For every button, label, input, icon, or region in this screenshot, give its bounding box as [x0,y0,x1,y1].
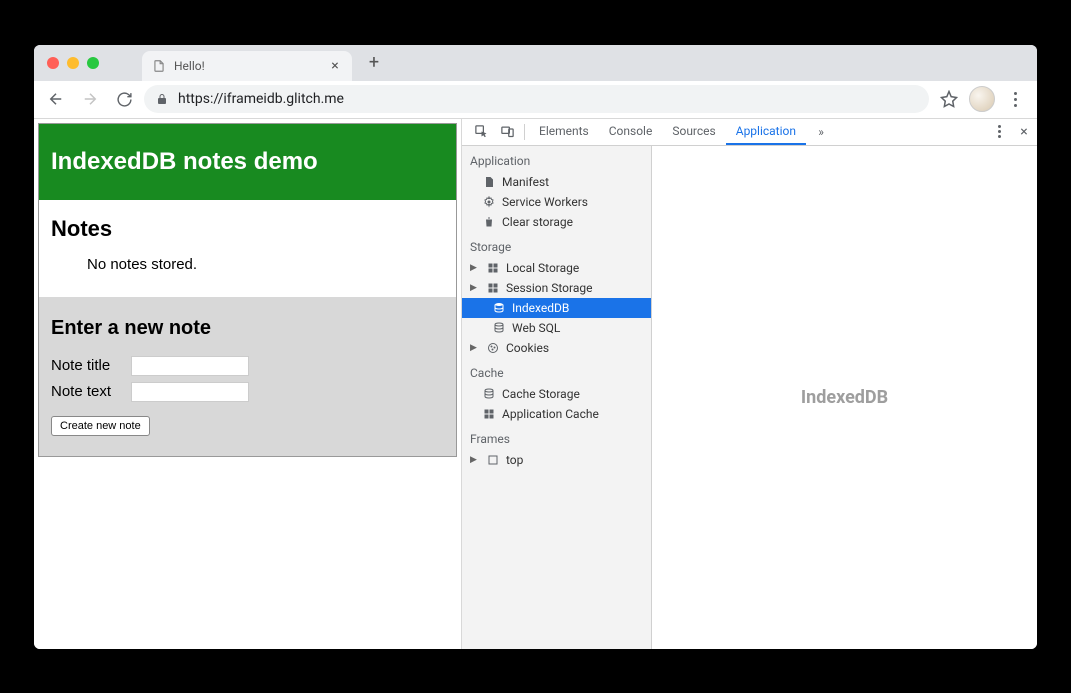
page-icon [152,59,166,73]
sidebar-item-label: Clear storage [502,215,573,229]
sidebar-item-label: IndexedDB [512,301,569,315]
frame-icon [486,453,500,467]
forward-button[interactable] [76,85,104,113]
devtools-more-tabs-button[interactable]: » [806,119,836,145]
sidebar-item-cache-storage[interactable]: Cache Storage [462,384,651,404]
profile-avatar[interactable] [969,86,995,112]
note-title-label: Note title [51,357,123,374]
sidebar-item-label: Application Cache [502,407,599,421]
demo-app: IndexedDB notes demo Notes No notes stor… [38,123,457,457]
create-note-button[interactable]: Create new note [51,416,150,436]
device-toolbar-button[interactable] [494,119,520,145]
grid-icon [486,261,500,275]
sidebar-item-indexeddb[interactable]: IndexedDB [462,298,651,318]
trash-icon [482,215,496,229]
sidebar-item-local-storage[interactable]: ▶ Local Storage [462,258,651,278]
grid-icon [486,281,500,295]
note-text-input[interactable] [131,382,249,402]
group-title-frames: Frames [462,424,651,450]
new-note-form: Enter a new note Note title Note text Cr… [39,297,456,456]
app-title: IndexedDB notes demo [51,148,318,175]
sidebar-item-label: Web SQL [512,321,560,335]
database-icon [492,301,506,315]
devtools-body: Application Manifest Service Workers Cle… [462,146,1037,649]
devtools-tab-elements[interactable]: Elements [529,119,599,145]
grid-icon [482,407,496,421]
note-text-label: Note text [51,383,123,400]
app-header: IndexedDB notes demo [39,124,456,200]
tab-strip: Hello! × + [34,45,1037,81]
new-tab-button[interactable]: + [360,49,388,77]
window-controls [34,57,112,69]
notes-section: Notes No notes stored. [39,200,456,297]
devtools-close-button[interactable]: × [1011,119,1037,145]
back-button[interactable] [42,85,70,113]
sidebar-item-manifest[interactable]: Manifest [462,172,651,192]
cookie-icon [486,341,500,355]
sidebar-item-label: Local Storage [506,261,579,275]
sidebar-item-application-cache[interactable]: Application Cache [462,404,651,424]
reload-button[interactable] [110,85,138,113]
expand-icon: ▶ [470,455,480,465]
group-title-application: Application [462,146,651,172]
nav-bar: https://iframeidb.glitch.me [34,81,1037,119]
sidebar-item-label: Manifest [502,175,549,189]
expand-icon: ▶ [470,263,480,273]
address-bar[interactable]: https://iframeidb.glitch.me [144,85,929,113]
url-text: https://iframeidb.glitch.me [178,91,344,107]
expand-icon: ▶ [470,283,480,293]
sidebar-item-label: Cookies [506,341,549,355]
sidebar-item-top-frame[interactable]: ▶ top [462,450,651,470]
application-sidebar: Application Manifest Service Workers Cle… [462,146,652,649]
window-minimize-button[interactable] [67,57,79,69]
devtools-placeholder-text: IndexedDB [801,387,888,408]
form-heading: Enter a new note [51,317,444,340]
group-title-cache: Cache [462,358,651,384]
devtools-tab-application[interactable]: Application [726,119,806,145]
document-icon [482,175,496,189]
notes-heading: Notes [51,216,444,242]
browser-window: Hello! × + https://iframeidb.glitch.me [34,45,1037,649]
sidebar-item-cookies[interactable]: ▶ Cookies [462,338,651,358]
sidebar-item-websql[interactable]: Web SQL [462,318,651,338]
sidebar-item-session-storage[interactable]: ▶ Session Storage [462,278,651,298]
devtools-menu-button[interactable] [987,119,1011,145]
page-viewport: IndexedDB notes demo Notes No notes stor… [34,119,462,649]
gear-icon [482,195,496,209]
browser-tab[interactable]: Hello! × [142,51,352,81]
sidebar-item-label: top [506,453,523,467]
notes-empty-text: No notes stored. [51,256,444,273]
sidebar-item-label: Cache Storage [502,387,580,401]
sidebar-item-clear-storage[interactable]: Clear storage [462,212,651,232]
window-maximize-button[interactable] [87,57,99,69]
devtools-tab-sources[interactable]: Sources [662,119,725,145]
inspect-element-button[interactable] [468,119,494,145]
sidebar-item-label: Service Workers [502,195,588,209]
window-close-button[interactable] [47,57,59,69]
database-icon [482,387,496,401]
content-area: IndexedDB notes demo Notes No notes stor… [34,119,1037,649]
expand-icon: ▶ [470,343,480,353]
tab-close-icon[interactable]: × [328,58,342,74]
devtools-main-panel: IndexedDB [652,146,1037,649]
database-icon [492,321,506,335]
tab-title: Hello! [174,59,320,73]
devtools-tab-strip: Elements Console Sources Application » × [462,119,1037,146]
group-title-storage: Storage [462,232,651,258]
browser-menu-button[interactable] [1001,92,1029,107]
devtools-panel: Elements Console Sources Application » ×… [462,119,1037,649]
note-title-input[interactable] [131,356,249,376]
devtools-tab-console[interactable]: Console [599,119,663,145]
sidebar-item-service-workers[interactable]: Service Workers [462,192,651,212]
bookmark-button[interactable] [935,90,963,108]
sidebar-item-label: Session Storage [506,281,592,295]
lock-icon [156,93,170,105]
